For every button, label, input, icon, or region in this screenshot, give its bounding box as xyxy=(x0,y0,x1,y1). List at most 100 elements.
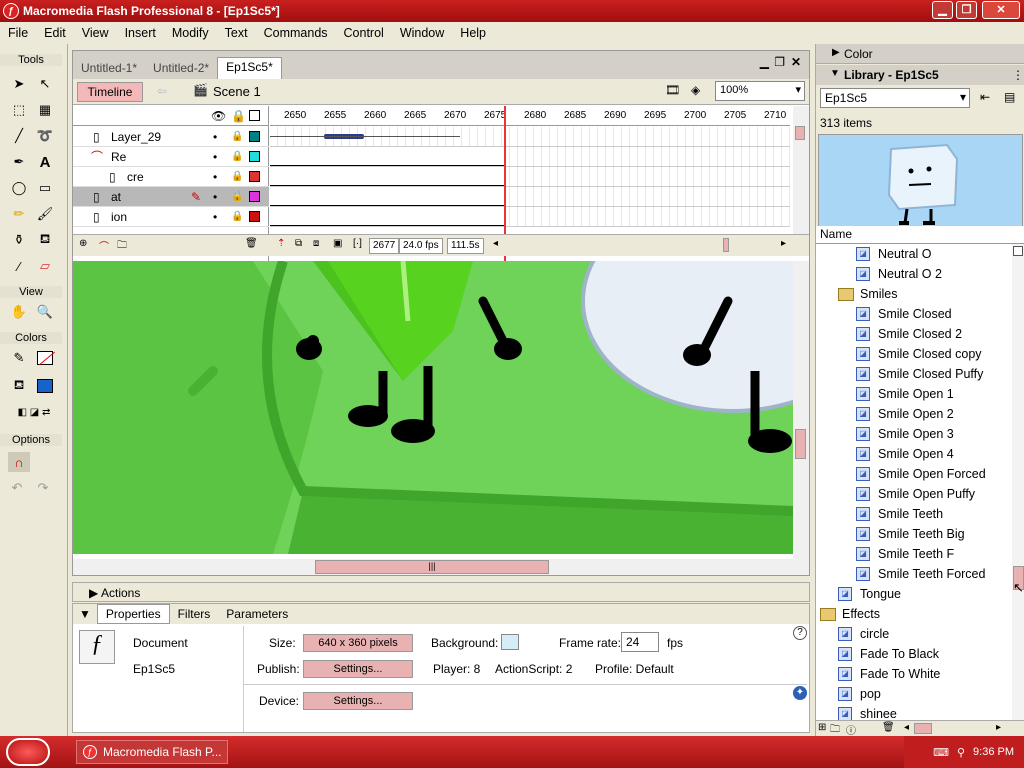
library-item[interactable]: ◪ Smile Open Puffy xyxy=(856,484,975,504)
pin-library-icon[interactable]: ⇤ xyxy=(980,90,990,104)
visible-dot[interactable]: • xyxy=(213,210,217,224)
library-item[interactable]: ◪ Smile Teeth xyxy=(856,504,943,524)
library-item[interactable]: ◪ Smile Open Forced xyxy=(856,464,986,484)
library-vscroll[interactable]: ↖ xyxy=(1012,244,1024,720)
edit-scene-icon[interactable]: 🎞 xyxy=(665,83,680,97)
scroll-left-arrow[interactable]: ◂ xyxy=(904,722,909,733)
layer-color-swatch[interactable] xyxy=(249,151,260,162)
eyedropper-icon[interactable]: ⁄ xyxy=(8,256,30,276)
stroke-color-icon[interactable]: ✎ xyxy=(8,348,30,368)
frame-row[interactable] xyxy=(270,147,790,167)
library-item[interactable]: ◪ Neutral O 2 xyxy=(856,264,942,284)
scroll-left-arrow[interactable]: ◂ xyxy=(493,238,498,249)
menu-insert[interactable]: Insert xyxy=(117,26,164,40)
tab-ep1sc5[interactable]: Ep1Sc5* xyxy=(217,57,282,79)
stage-canvas[interactable] xyxy=(73,261,793,554)
zoom-select[interactable]: 100% ▾ xyxy=(715,81,805,101)
name-column-header[interactable]: Name xyxy=(816,226,1024,244)
lasso-tool-icon[interactable]: ➰ xyxy=(34,126,56,146)
timeline-button[interactable]: Timeline xyxy=(77,82,143,102)
paint-bucket-icon[interactable]: ⛾ xyxy=(34,230,56,250)
doc-restore-icon[interactable]: ❐ xyxy=(774,55,785,69)
menu-help[interactable]: Help xyxy=(452,26,494,40)
add-folder-icon[interactable]: 🗀 xyxy=(117,238,127,255)
layer-color-swatch[interactable] xyxy=(249,131,260,142)
doc-minimize-icon[interactable]: ▁ xyxy=(760,55,769,69)
layer-color-swatch[interactable] xyxy=(249,171,260,182)
maximize-button[interactable]: ❐ xyxy=(956,1,977,19)
frame-row[interactable] xyxy=(270,167,790,187)
pen-tool-icon[interactable]: ✒ xyxy=(8,152,30,172)
layer-row[interactable]: ▯ ion • 🔒 xyxy=(73,207,269,227)
menu-view[interactable]: View xyxy=(74,26,117,40)
stage-hscroll[interactable]: ||| xyxy=(73,559,809,575)
library-item[interactable]: ◪ Smile Teeth F xyxy=(856,544,954,564)
library-item[interactable]: ◪ shinee xyxy=(838,704,897,720)
background-color-swatch[interactable] xyxy=(501,634,519,650)
library-panel-header[interactable]: ▼ Library - Ep1Sc5 ⋮ xyxy=(816,65,1024,85)
lock-icon[interactable]: 🔒 xyxy=(231,109,246,123)
frame-row[interactable] xyxy=(270,127,790,147)
stroke-swatch[interactable] xyxy=(34,348,56,368)
properties-icon[interactable]: ⓘ xyxy=(846,722,856,737)
size-button[interactable]: 640 x 360 pixels xyxy=(303,634,413,652)
subselection-tool-icon[interactable]: ↖ xyxy=(34,74,56,94)
library-item[interactable]: ◪ Smile Open 1 xyxy=(856,384,954,404)
fill-color-icon[interactable]: ⛾ xyxy=(8,376,30,396)
back-arrow-icon[interactable]: ⇦ xyxy=(157,84,167,98)
rectangle-tool-icon[interactable]: ▭ xyxy=(34,178,56,198)
network-icon[interactable]: ⚲ xyxy=(957,746,965,759)
onion-outline-icon[interactable]: ⧈ xyxy=(313,238,319,249)
layer-color-swatch[interactable] xyxy=(249,211,260,222)
layer-row[interactable]: ▯ cre • 🔒 xyxy=(73,167,269,187)
visible-dot[interactable]: • xyxy=(213,130,217,144)
doc-close-icon[interactable]: ✕ xyxy=(791,55,801,69)
help-icon[interactable]: ? xyxy=(793,626,807,640)
library-item[interactable]: ◪ Smile Open 4 xyxy=(856,444,954,464)
device-settings-button[interactable]: Settings... xyxy=(303,692,413,710)
library-item[interactable]: ◪ Smile Closed xyxy=(856,304,952,324)
menu-edit[interactable]: Edit xyxy=(36,26,74,40)
layer-row[interactable]: ⌒ Re • 🔒 xyxy=(73,147,269,167)
lock-icon[interactable]: 🔒 xyxy=(231,131,243,142)
fill-swatch[interactable] xyxy=(34,376,56,396)
accessibility-icon[interactable]: ✦ xyxy=(793,686,807,700)
scroll-right-arrow[interactable]: ▸ xyxy=(996,722,1001,733)
taskbar-item-flash[interactable]: ƒ Macromedia Flash P... xyxy=(76,740,228,764)
library-folder[interactable]: Smiles xyxy=(838,284,898,304)
layer-row-selected[interactable]: ▯ at ✎ • 🔒 xyxy=(73,187,269,207)
tab-filters[interactable]: Filters xyxy=(170,607,219,621)
lock-icon[interactable]: 🔒 xyxy=(231,191,243,202)
delete-layer-icon[interactable]: 🗑 xyxy=(245,238,258,249)
hand-tool-icon[interactable]: ✋ xyxy=(8,302,30,322)
menu-file[interactable]: File xyxy=(0,26,36,40)
onion-markers-icon[interactable]: [·] xyxy=(353,238,362,249)
eye-icon[interactable]: 👁 xyxy=(211,109,226,123)
pencil-tool-icon[interactable]: ✏ xyxy=(8,204,30,224)
ink-bottle-icon[interactable]: ⚱ xyxy=(8,230,30,250)
publish-settings-button[interactable]: Settings... xyxy=(303,660,413,678)
library-folder[interactable]: Effects xyxy=(820,604,880,624)
menu-text[interactable]: Text xyxy=(217,26,256,40)
hscroll-thumb[interactable] xyxy=(914,723,932,734)
fill-transform-icon[interactable]: ▦ xyxy=(34,100,56,120)
scroll-thumb[interactable] xyxy=(795,429,806,459)
text-tool-icon[interactable]: A xyxy=(34,152,56,172)
smooth-icon[interactable]: ↶ xyxy=(6,478,28,498)
timeline-vscroll[interactable] xyxy=(793,106,809,234)
visible-dot[interactable]: • xyxy=(213,170,217,184)
frame-ruler[interactable]: 2650 2655 2660 2665 2670 2675 2680 2685 2690 2695… xyxy=(270,106,790,126)
frame-row[interactable] xyxy=(270,207,790,227)
center-frame-icon[interactable]: ⇡ xyxy=(277,238,285,249)
library-item[interactable]: ◪ Smile Closed copy xyxy=(856,344,982,364)
library-select[interactable]: Ep1Sc5 ▾ xyxy=(820,88,970,108)
tab-untitled-1[interactable]: Untitled-1* xyxy=(73,59,146,79)
oval-tool-icon[interactable]: ◯ xyxy=(8,178,30,198)
scroll-thumb[interactable] xyxy=(795,126,805,140)
library-item[interactable]: ◪ Smile Teeth Forced xyxy=(856,564,985,584)
stage-vscroll[interactable] xyxy=(793,261,809,559)
outline-icon[interactable] xyxy=(249,110,260,121)
new-library-icon[interactable]: ▤ xyxy=(1004,90,1015,104)
color-panel-header[interactable]: ▶ Color xyxy=(816,44,1024,64)
delete-icon[interactable]: 🗑 xyxy=(882,722,895,733)
